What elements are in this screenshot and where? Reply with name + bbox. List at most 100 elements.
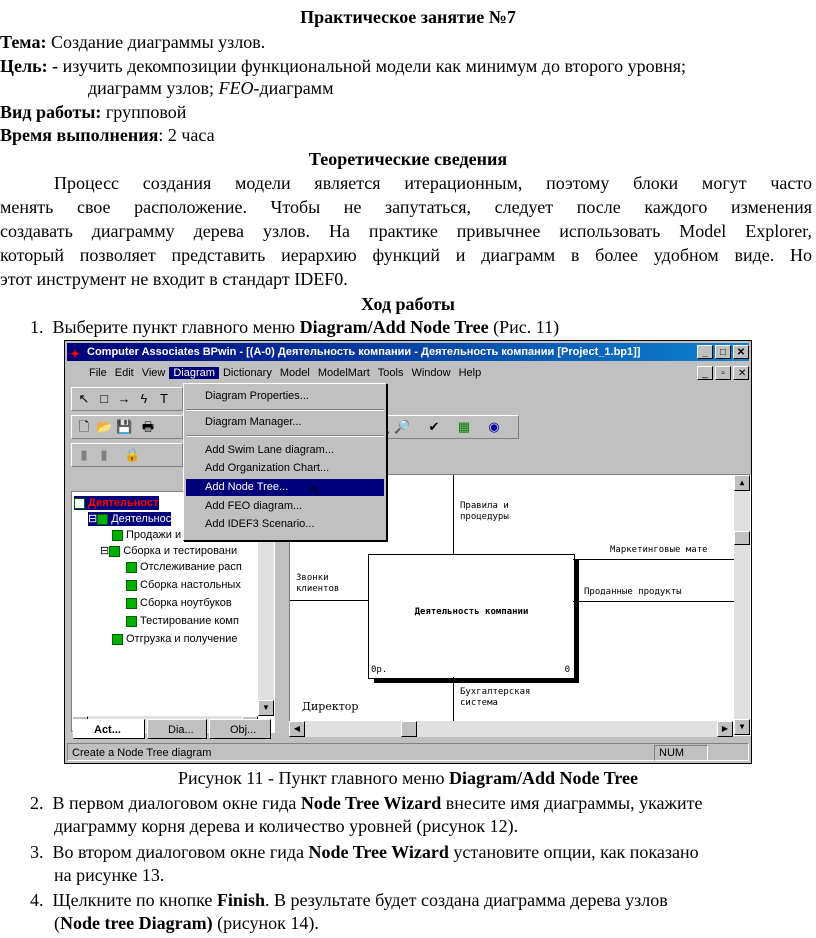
menu-item-diagram-properties[interactable]: Diagram Properties...	[186, 388, 384, 405]
tree-node-notebook[interactable]: Сборка ноутбуков	[126, 596, 232, 610]
menu-item-diagram-manager[interactable]: Diagram Manager...	[186, 414, 384, 431]
tab-diagrams[interactable]: Dia...	[147, 719, 207, 739]
menu-file[interactable]: File	[67, 367, 111, 379]
step-1-post: (Рис. 11)	[488, 317, 560, 337]
squiggle-tool-icon[interactable]: ϟ	[136, 391, 152, 407]
new-icon[interactable]: 🗋	[76, 419, 92, 435]
activity-box-label: Деятельность компании	[414, 607, 529, 617]
canvas-vscroll[interactable]: ▲ ▼	[734, 475, 750, 735]
menu-item-add-node-tree[interactable]: Add Node Tree...	[186, 479, 384, 496]
diagram-dropdown-menu: Diagram Properties... Diagram Manager...…	[183, 383, 387, 541]
menu-diagram[interactable]: Diagram	[169, 367, 219, 379]
canvas-scroll-down-icon[interactable]: ▼	[734, 719, 750, 735]
arrow-tool-icon[interactable]: →	[116, 391, 132, 407]
menu-help[interactable]: Help	[455, 367, 486, 379]
activity-icon	[109, 545, 121, 557]
menu-modelmart[interactable]: ModelMart	[314, 367, 374, 379]
time-label: Время выполнения	[0, 125, 159, 145]
control-label: Правила и процедуры	[460, 501, 509, 522]
menu-item-add-idef3[interactable]: Add IDEF3 Scenario...	[186, 516, 384, 533]
canvas-scroll-right-icon[interactable]: ▶	[717, 721, 733, 737]
print-icon[interactable]: 🖶	[140, 419, 156, 435]
app-logo-icon: ✦	[70, 347, 81, 361]
pointer-tool-icon[interactable]: ↖	[76, 391, 92, 407]
input-arrow[interactable]	[290, 600, 368, 601]
canvas-scroll-left-icon[interactable]: ◀	[289, 721, 305, 737]
step-2-text: В первом диалоговом окне гида	[52, 793, 301, 813]
menu-item-add-feo[interactable]: Add FEO diagram...	[186, 498, 384, 515]
tree-node-activity[interactable]: ⊟ Деятельнос	[88, 512, 172, 526]
theory-heading: Теоретические сведения	[308, 149, 508, 169]
box-tool-icon[interactable]: □	[96, 391, 112, 407]
maximize-icon[interactable]: □	[715, 345, 731, 359]
open-icon[interactable]: 📂	[96, 419, 112, 435]
menu-dictionary[interactable]: Dictionary	[219, 367, 276, 379]
tree-node-label: Отслеживание расп	[140, 561, 242, 573]
menu-bar: File Edit View Diagram Dictionary Model ModelM…	[67, 363, 749, 383]
work-text: групповой	[105, 102, 187, 122]
canvas-hscroll[interactable]: ◀ ▶	[289, 721, 733, 737]
step-2: 2. В первом диалоговом окне гида Node Tr…	[30, 792, 702, 814]
spell-check-icon[interactable]: ✔	[426, 419, 442, 435]
step-2-num: 2.	[30, 793, 44, 813]
tree-node-assembly[interactable]: ⊟ Сборка и тестировани	[100, 544, 237, 558]
save-icon[interactable]: 💾	[116, 419, 132, 435]
activity-icon	[126, 597, 137, 609]
menu-model[interactable]: Model	[276, 367, 314, 379]
model-explorer-icon[interactable]: ▦	[456, 419, 472, 435]
step-2-post: внесите имя диаграммы, укажите	[441, 793, 703, 813]
step-4-post: . В результате будет создана диаграмма д…	[264, 890, 668, 910]
doc-minimize-icon[interactable]: _	[697, 366, 713, 380]
step-4-line2-bold: Node tree Diagram)	[60, 913, 213, 933]
menu-item-add-swim-lane[interactable]: Add Swim Lane diagram...	[186, 442, 384, 459]
menu-edit[interactable]: Edit	[111, 367, 138, 379]
close-icon[interactable]: ✕	[733, 345, 749, 359]
goal-text-feo: FEO	[218, 78, 254, 98]
tree-root-label: Деятельност	[88, 497, 159, 509]
menu-window[interactable]: Window	[407, 367, 454, 379]
theory-line-2: менять свое расположение. Чтобы не запут…	[0, 197, 812, 217]
topic-label: Тема:	[0, 32, 47, 52]
output-arrow-1[interactable]	[573, 559, 735, 560]
minimize-icon[interactable]: _	[697, 345, 713, 359]
tab-activities[interactable]: Act...	[73, 719, 145, 739]
output-label-2: Проданные продукты	[584, 587, 682, 597]
work-line: Вид работы: групповой	[0, 101, 186, 123]
output-label-1: Маркетинговые мате	[610, 545, 708, 555]
modelmart-icon[interactable]: ◉	[486, 419, 502, 435]
tab-objects[interactable]: Obj...	[209, 719, 271, 739]
step-3-num: 3.	[30, 842, 44, 862]
control-arrow[interactable]	[453, 475, 454, 554]
canvas-scroll-up-icon[interactable]: ▲	[734, 475, 750, 491]
box-corner-left: 0р.	[371, 665, 388, 675]
text-tool-icon[interactable]: T	[156, 391, 172, 407]
menu-tools[interactable]: Tools	[374, 367, 408, 379]
tree-root[interactable]: Деятельност	[74, 496, 159, 510]
scroll-down-icon[interactable]: ▼	[258, 700, 274, 716]
tree-node-label: Деятельнос	[111, 513, 172, 525]
goal-line-2: диаграмм узлов; FEO-диаграмм	[88, 77, 333, 99]
tree-node-tracking[interactable]: Отслеживание расп	[126, 560, 242, 574]
canvas-hscroll-thumb[interactable]	[401, 721, 417, 737]
output-arrow-2[interactable]	[573, 601, 735, 602]
doc-close-icon[interactable]: ✕	[733, 366, 749, 380]
doc-restore-icon[interactable]: ▫	[715, 366, 731, 380]
director-label: Директор	[302, 700, 359, 713]
tree-node-testing[interactable]: Тестирование комп	[126, 614, 239, 628]
goal-line: Цель: - изучить декомпозиции функциональ…	[0, 55, 686, 77]
theory-line-5: этот инструмент не входит в стандарт IDE…	[0, 269, 348, 289]
canvas-scroll-thumb[interactable]	[734, 531, 750, 545]
tree-node-shipping[interactable]: Отгрузка и получение	[112, 632, 238, 646]
tab-label: Act...	[94, 724, 121, 736]
zoom-out-icon[interactable]: 🔎	[394, 419, 410, 435]
tab-label: Dia...	[168, 724, 194, 736]
lock-icon: 🔒	[124, 447, 141, 462]
mechanism-label: Бухгалтерская система	[460, 687, 531, 708]
activity-box[interactable]: Деятельность компании 0р. 0	[368, 554, 575, 679]
menu-view[interactable]: View	[138, 367, 170, 379]
tree-node-desktop[interactable]: Сборка настольных	[126, 578, 241, 592]
caption-text: Рисунок 11 - Пункт главного меню	[177, 768, 450, 788]
menu-item-add-org-chart[interactable]: Add Organization Chart...	[186, 460, 384, 477]
misc-toolbar: ▮ ▮ 🔒	[71, 443, 183, 467]
status-bar: Create a Node Tree diagram NUM	[67, 743, 749, 761]
